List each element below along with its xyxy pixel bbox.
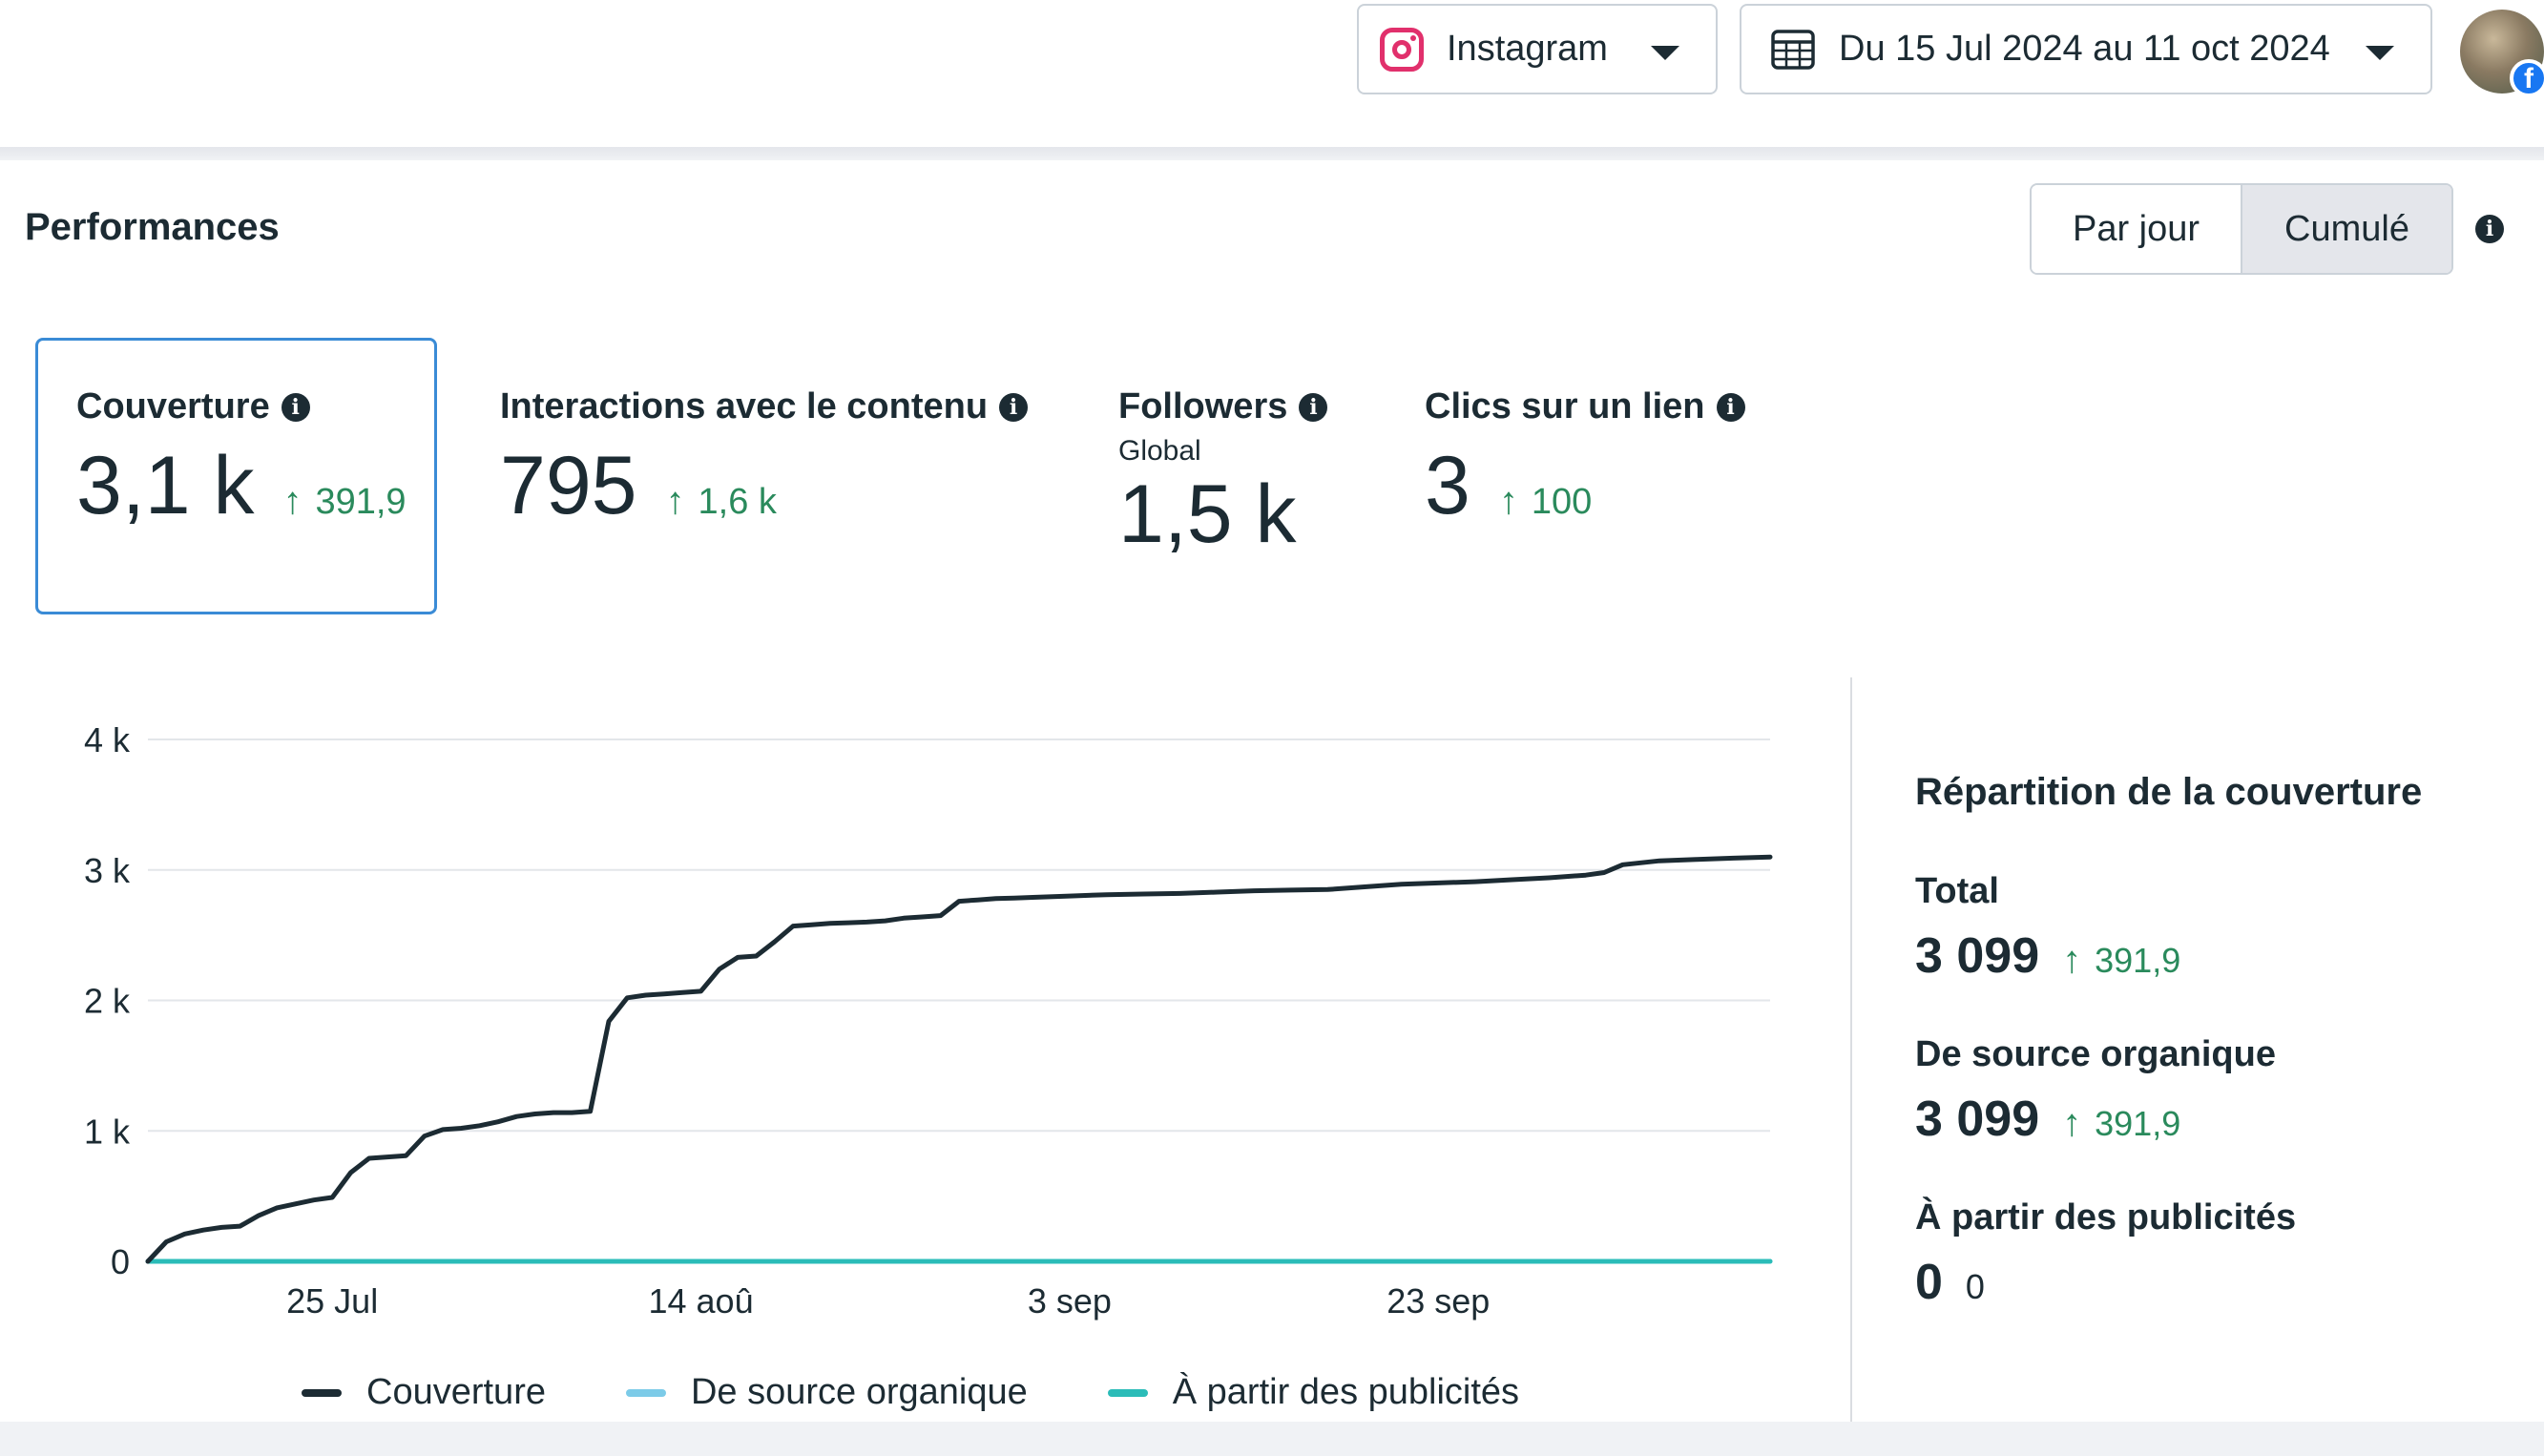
metric-value: 3,1 k [76, 440, 255, 531]
chart-legend: Couverture De source organique À partir … [302, 1372, 1519, 1413]
metric-value: 795 [500, 440, 637, 531]
breakdown-label: Total [1915, 871, 1999, 911]
platform-dropdown[interactable]: Instagram [1357, 4, 1718, 94]
x-tick-label: 3 sep [1028, 1281, 1112, 1321]
metric-title: Interactions avec le contenu [500, 386, 989, 426]
x-tick-label: 23 sep [1387, 1281, 1490, 1321]
arrow-up-icon: ↑ [665, 480, 685, 522]
metric-delta: 1,6 k [698, 482, 777, 522]
breakdown-label: De source organique [1915, 1034, 2276, 1074]
breakdown-delta: 0 [1965, 1267, 1985, 1306]
metric-title: Clics sur un lien [1425, 386, 1705, 426]
breakdown-delta: 391,9 [2095, 1104, 2181, 1143]
y-tick-label: 1 k [84, 1112, 131, 1151]
breakdown-delta: 391,9 [2095, 941, 2181, 980]
metric-subtitle: Global [1118, 435, 1201, 467]
x-tick-label: 14 aoû [648, 1281, 753, 1321]
toggle-par-jour[interactable]: Par jour [2032, 185, 2241, 273]
view-toggle: Par jour Cumulé [2030, 183, 2453, 275]
info-icon[interactable]: i [281, 392, 310, 422]
breakdown-publicites: À partir des publicités 0 0 [1915, 1197, 2526, 1311]
metric-delta: 100 [1531, 482, 1593, 522]
x-tick-label: 25 Jul [286, 1281, 378, 1321]
coverage-line-chart: 0 1 k 2 k 3 k 4 k 25 Jul 14 aoû 3 sep 23 sep [84, 720, 1773, 1321]
info-icon[interactable]: i [999, 392, 1029, 422]
legend-swatch [625, 1388, 666, 1397]
toggle-cumule[interactable]: Cumulé [2241, 185, 2451, 273]
header-divider [0, 147, 2544, 160]
breakdown-title: Répartition de la couverture [1915, 771, 2423, 813]
info-icon[interactable]: i [2475, 215, 2504, 243]
chevron-down-icon [1651, 46, 1679, 60]
breakdown-total: Total 3 099 ↑ 391,9 [1915, 871, 2526, 985]
metric-title: Couverture [76, 386, 270, 426]
legend-label: À partir des publicités [1172, 1372, 1520, 1412]
date-range-dropdown[interactable]: Du 15 Jul 2024 au 11 oct 2024 [1740, 4, 2432, 94]
arrow-up-icon: ↑ [2062, 1102, 2082, 1144]
coverage-breakdown-panel: Répartition de la couverture Total 3 099… [1915, 771, 2526, 1311]
legend-swatch [302, 1388, 342, 1397]
chevron-down-icon [2366, 46, 2394, 60]
panel-divider [1850, 677, 1852, 1422]
avatar[interactable]: f [2460, 10, 2544, 97]
metric-card-couverture[interactable]: Couverture i 3,1 k ↑ 391,9 [35, 338, 437, 614]
y-tick-label: 4 k [84, 720, 131, 759]
metric-card-clics[interactable]: Clics sur un lien i 3 ↑ 100 [1425, 386, 1745, 533]
instagram-icon [1380, 27, 1424, 72]
metric-value: 3 [1425, 440, 1470, 531]
calendar-icon [1771, 29, 1815, 70]
breakdown-value: 0 [1915, 1255, 1943, 1310]
breakdown-value: 3 099 [1915, 928, 2040, 984]
metric-card-followers[interactable]: Followers i Global 1,5 k [1118, 386, 1328, 562]
info-icon[interactable]: i [1299, 392, 1328, 422]
metric-title: Followers [1118, 386, 1288, 426]
legend-swatch [1107, 1388, 1148, 1397]
arrow-up-icon: ↑ [2062, 939, 2082, 981]
arrow-up-icon: ↑ [282, 480, 302, 522]
legend-label: De source organique [690, 1372, 1028, 1412]
metric-value: 1,5 k [1118, 468, 1297, 560]
date-range-label: Du 15 Jul 2024 au 11 oct 2024 [1839, 29, 2330, 69]
metric-delta: 391,9 [315, 482, 407, 522]
y-tick-label: 0 [111, 1242, 130, 1281]
facebook-badge-icon: f [2510, 59, 2544, 97]
arrow-up-icon: ↑ [1498, 480, 1518, 522]
y-tick-label: 2 k [84, 982, 131, 1021]
y-tick-label: 3 k [84, 851, 131, 890]
series-line-couverture [145, 854, 1773, 1264]
footer-strip [0, 1422, 2544, 1456]
platform-dropdown-label: Instagram [1447, 29, 1608, 69]
legend-label: Couverture [366, 1372, 546, 1412]
section-title: Performances [25, 206, 280, 248]
legend-item-organique[interactable]: De source organique [625, 1372, 1028, 1413]
breakdown-label: À partir des publicités [1915, 1197, 2297, 1238]
metric-card-interactions[interactable]: Interactions avec le contenu i 795 ↑ 1,6 … [500, 386, 1029, 533]
breakdown-value: 3 099 [1915, 1092, 2040, 1147]
legend-item-couverture[interactable]: Couverture [302, 1372, 546, 1413]
info-icon[interactable]: i [1716, 392, 1745, 422]
top-bar: Instagram Du 15 Jul 2024 au 11 oct 2024 … [0, 0, 2544, 151]
legend-item-publicites[interactable]: À partir des publicités [1107, 1372, 1520, 1413]
breakdown-organique: De source organique 3 099 ↑ 391,9 [1915, 1034, 2526, 1148]
